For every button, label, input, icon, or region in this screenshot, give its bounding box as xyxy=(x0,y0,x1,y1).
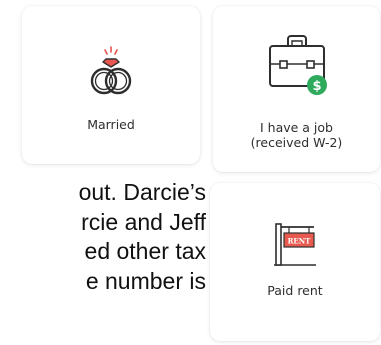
body-text-line: ed other tax xyxy=(84,238,206,264)
paid-rent-card[interactable]: RENT Paid rent xyxy=(210,183,380,341)
body-paragraph: out. Darcie’s rcie and Jeff ed other tax… xyxy=(0,178,206,296)
job-label-line2: (received W-2) xyxy=(250,135,343,150)
paid-rent-label: Paid rent xyxy=(267,283,323,298)
body-text-line: rcie and Jeff xyxy=(81,208,206,235)
job-w2-label: I have a job (received W-2) xyxy=(213,120,380,150)
wedding-rings-icon xyxy=(86,46,136,103)
married-label: Married xyxy=(87,117,135,132)
job-w2-card[interactable]: $ I have a job (received W-2) xyxy=(213,6,380,172)
job-label-line1: I have a job xyxy=(260,120,333,135)
married-card[interactable]: Married xyxy=(22,6,200,164)
rent-sign-icon: RENT xyxy=(272,219,318,272)
body-text-line: out. Darcie’s xyxy=(78,179,206,205)
svg-text:$: $ xyxy=(312,79,321,94)
rent-sign-text: RENT xyxy=(288,237,312,246)
briefcase-dollar-icon: $ xyxy=(264,30,330,101)
body-text-line: e number is xyxy=(85,267,206,294)
